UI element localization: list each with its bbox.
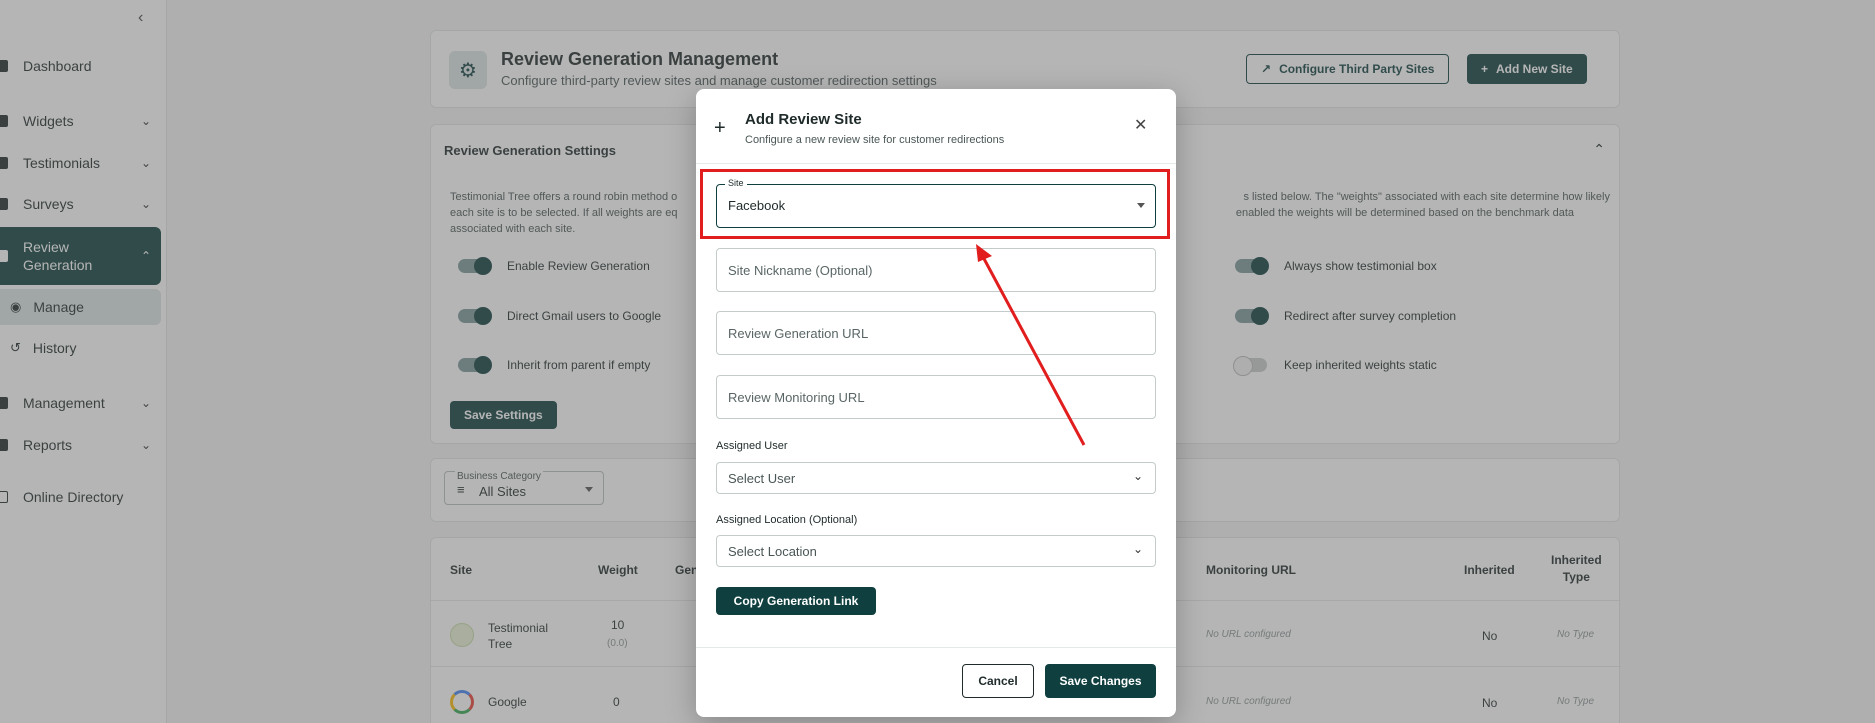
site-nickname-field[interactable] <box>716 248 1156 292</box>
copy-generation-link-button[interactable]: Copy Generation Link <box>716 587 876 615</box>
dialog-subtitle: Configure a new review site for customer… <box>745 134 1005 146</box>
divider <box>696 647 1176 648</box>
plus-icon: + <box>714 117 726 139</box>
review-monitoring-url-field[interactable] <box>716 375 1156 419</box>
dialog-title: Add Review Site <box>745 111 862 128</box>
assigned-user-select[interactable]: Select User ⌄ <box>716 462 1156 494</box>
assigned-location-label: Assigned Location (Optional) <box>716 514 858 526</box>
chevron-down-icon: ⌄ <box>1132 542 1143 556</box>
assigned-location-select[interactable]: Select Location ⌄ <box>716 535 1156 567</box>
site-select[interactable]: Site Facebook <box>716 178 1156 228</box>
cancel-button[interactable]: Cancel <box>962 664 1034 698</box>
caret-down-icon <box>1137 203 1145 208</box>
save-changes-button[interactable]: Save Changes <box>1045 664 1156 698</box>
review-generation-url-field[interactable] <box>716 311 1156 355</box>
assigned-user-label: Assigned User <box>716 440 788 452</box>
chevron-down-icon: ⌄ <box>1132 469 1143 483</box>
add-review-site-dialog: + Add Review Site Configure a new review… <box>696 89 1176 717</box>
review-generation-url-input[interactable] <box>717 312 1155 354</box>
close-icon[interactable]: ✕ <box>1134 115 1147 135</box>
review-monitoring-url-input[interactable] <box>717 376 1155 418</box>
site-nickname-input[interactable] <box>717 249 1155 291</box>
divider <box>696 163 1176 164</box>
